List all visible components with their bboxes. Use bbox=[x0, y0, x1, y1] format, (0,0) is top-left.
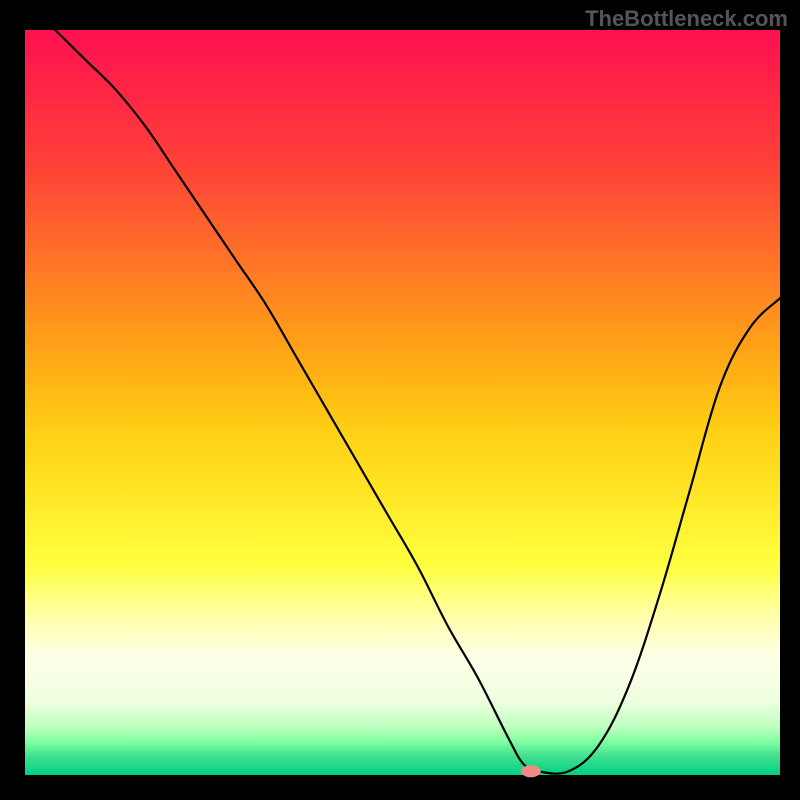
bottleneck-chart bbox=[0, 0, 800, 800]
optimum-marker bbox=[521, 765, 541, 777]
chart-container: TheBottleneck.com bbox=[0, 0, 800, 800]
gradient-background bbox=[25, 30, 780, 775]
watermark-text: TheBottleneck.com bbox=[585, 6, 788, 32]
